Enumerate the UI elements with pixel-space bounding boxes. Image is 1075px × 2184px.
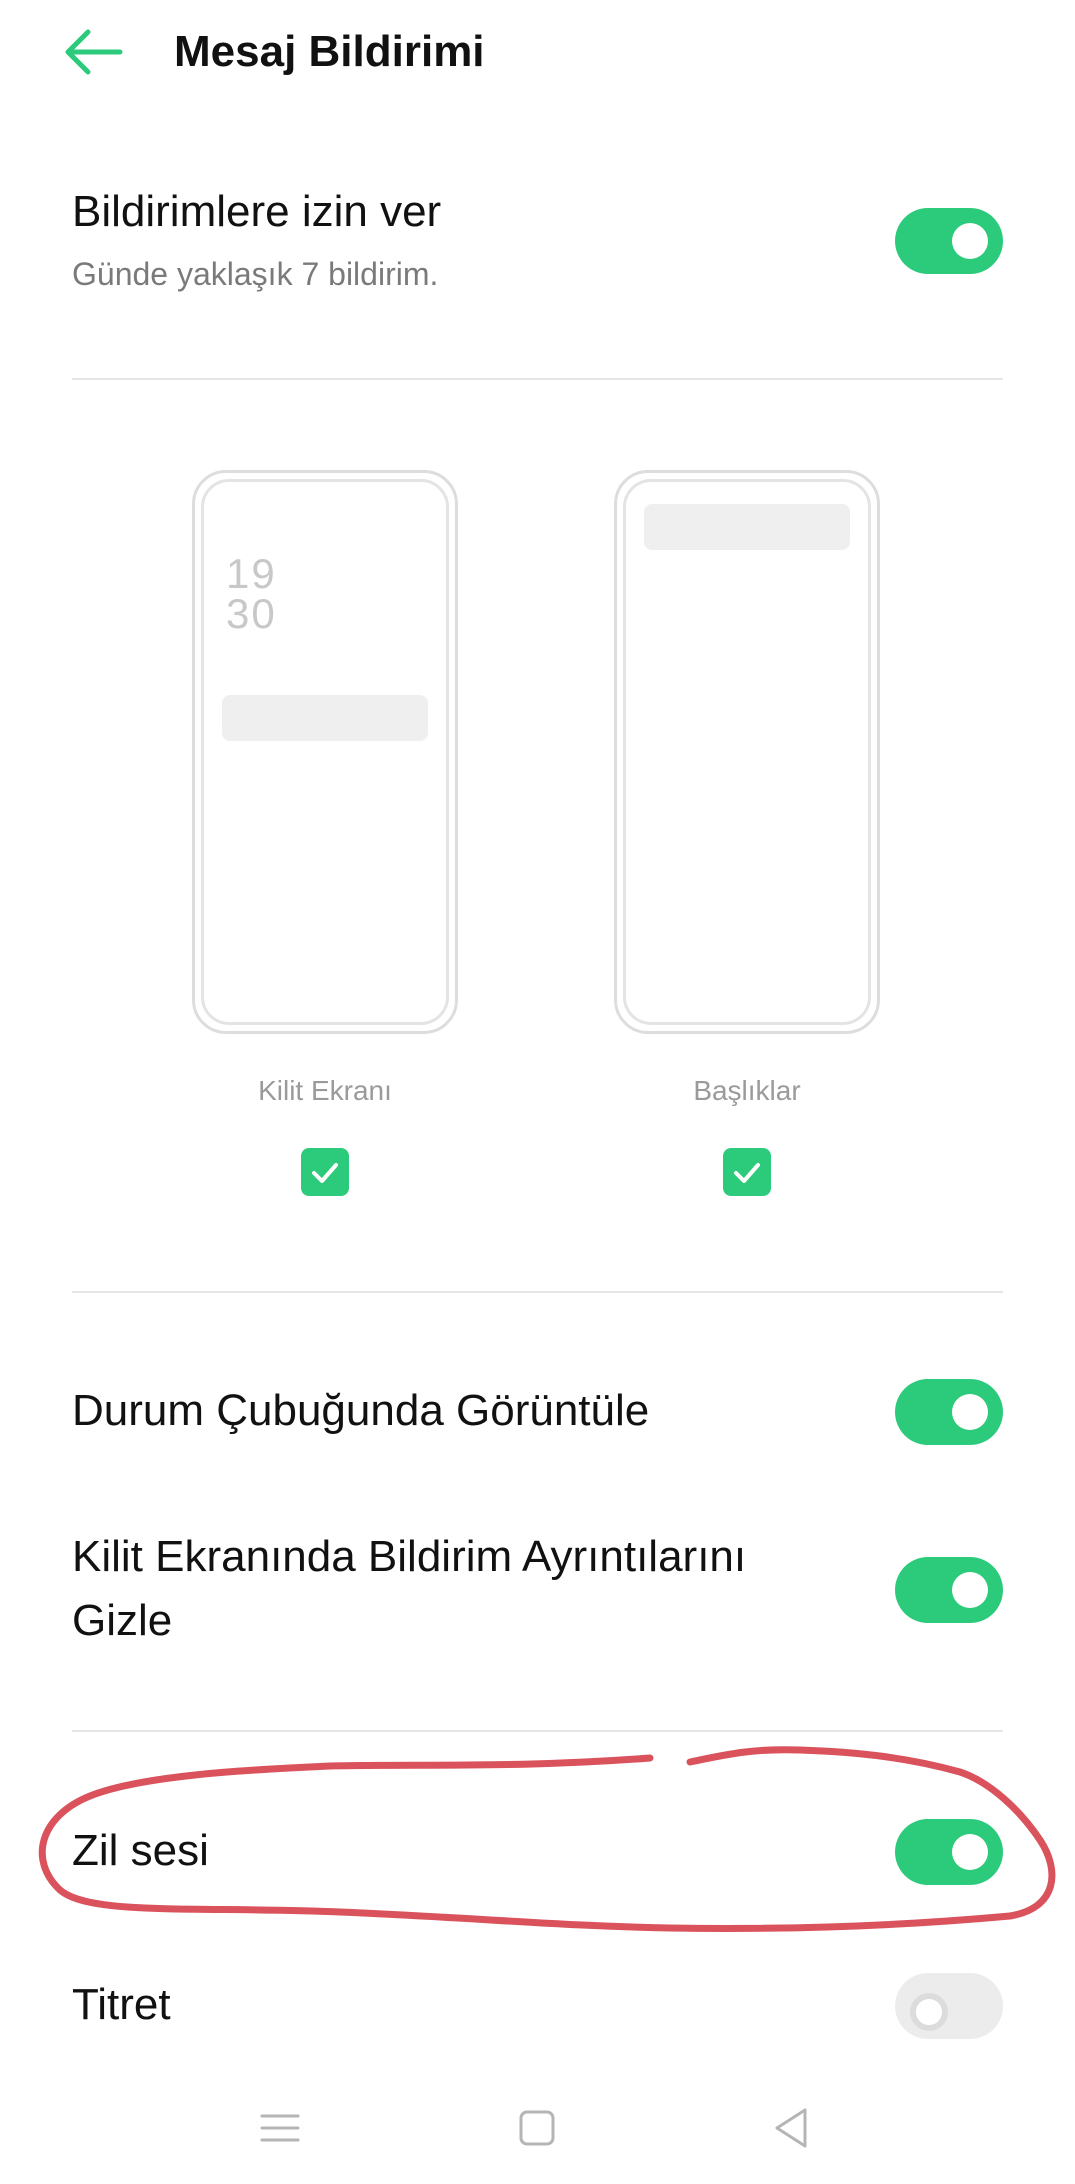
divider bbox=[72, 378, 1003, 380]
home-button[interactable] bbox=[513, 2104, 561, 2157]
hide-details-toggle[interactable] bbox=[895, 1557, 1003, 1623]
menu-icon bbox=[260, 2114, 300, 2142]
banners-checkbox[interactable] bbox=[723, 1148, 771, 1196]
back-triangle-icon bbox=[775, 2108, 807, 2148]
phone-screen: 19 30 bbox=[201, 479, 449, 1025]
lock-screen-checkbox[interactable] bbox=[301, 1148, 349, 1196]
toggle-knob bbox=[910, 1993, 948, 2031]
arrow-left-icon bbox=[65, 29, 123, 75]
allow-notifications-label: Bildirimlere izin ver bbox=[72, 187, 442, 236]
phone-screen bbox=[623, 479, 871, 1025]
notification-placeholder bbox=[644, 504, 850, 550]
back-nav-button[interactable] bbox=[767, 2104, 815, 2157]
toggle-knob bbox=[952, 1572, 988, 1608]
toggle-knob bbox=[952, 223, 988, 259]
lock-screen-label: Kilit Ekranı bbox=[258, 1075, 392, 1106]
status-bar-display-toggle[interactable] bbox=[895, 1379, 1003, 1445]
banners-preview[interactable] bbox=[614, 470, 880, 1034]
allow-notifications-row: Bildirimlere izin ver Günde yaklaşık 7 b… bbox=[72, 180, 441, 296]
clock-minute: 30 bbox=[226, 590, 277, 637]
hide-details-label-line1: Kilit Ekranında Bildirim Ayrıntılarını bbox=[72, 1532, 747, 1581]
navigation-bar bbox=[0, 2084, 1075, 2184]
vibrate-toggle[interactable] bbox=[895, 1973, 1003, 2039]
checkmark-icon bbox=[734, 1163, 760, 1183]
toggle-knob bbox=[952, 1394, 988, 1430]
status-bar-display-label: Durum Çubuğunda Görüntüle bbox=[72, 1386, 650, 1435]
hide-details-row: Kilit Ekranında Bildirim Ayrıntılarını G… bbox=[72, 1525, 746, 1653]
checkmark-icon bbox=[312, 1163, 338, 1183]
home-icon bbox=[519, 2110, 555, 2146]
page-title: Mesaj Bildirimi bbox=[174, 27, 485, 76]
allow-notifications-subtitle: Günde yaklaşık 7 bildirim. bbox=[72, 256, 439, 292]
back-button[interactable] bbox=[60, 22, 130, 82]
hide-details-label-line2: Gizle bbox=[72, 1596, 173, 1645]
lock-screen-preview[interactable]: 19 30 bbox=[192, 470, 458, 1034]
divider bbox=[72, 1291, 1003, 1293]
annotation-circle bbox=[38, 1746, 1056, 1932]
clock-hour: 19 bbox=[226, 550, 277, 597]
allow-notifications-toggle[interactable] bbox=[895, 208, 1003, 274]
notification-placeholder bbox=[222, 695, 428, 741]
menu-button[interactable] bbox=[256, 2104, 304, 2157]
banners-label: Başlıklar bbox=[693, 1075, 801, 1106]
vibrate-label: Titret bbox=[72, 1980, 171, 2029]
